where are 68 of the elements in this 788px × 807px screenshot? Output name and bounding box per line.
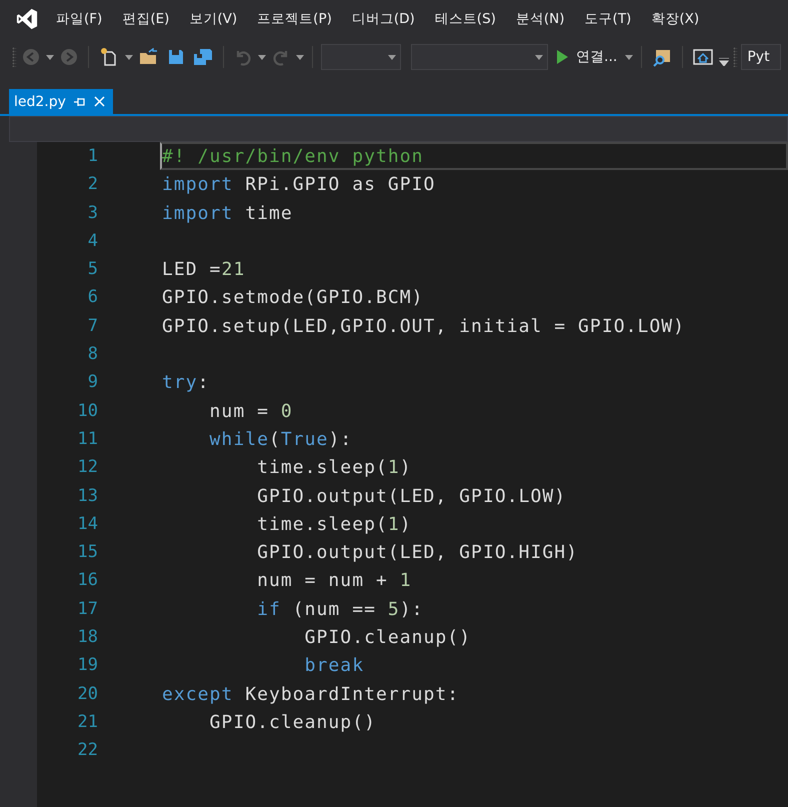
dropdown-field[interactable] (411, 44, 548, 70)
line-number: 12 (76, 456, 98, 480)
caret-icon[interactable] (535, 54, 543, 60)
line-number: 5 (86, 258, 98, 282)
line-number: 16 (76, 569, 98, 592)
menu-item[interactable]: 편집(E) (112, 10, 180, 28)
dropdown-field[interactable]: Pyt (741, 44, 782, 70)
code-line: GPIO.cleanup() (304, 626, 472, 650)
menu-item[interactable]: 분석(N) (506, 10, 575, 28)
code-line: LED =21 (161, 258, 246, 282)
line-number: 8 (86, 343, 98, 366)
caret-icon[interactable] (125, 54, 133, 60)
line-number: 11 (76, 428, 98, 451)
code-line: break (304, 654, 366, 678)
tab-title[interactable]: led2.py (14, 94, 66, 110)
menu-item[interactable]: 테스트(S) (424, 10, 506, 28)
menu-item[interactable]: 프로젝트(P) (247, 10, 342, 28)
caret-icon[interactable] (625, 54, 634, 60)
file-tab[interactable]: led2.py (9, 89, 113, 114)
menu-item[interactable]: 보기(V) (179, 10, 248, 28)
menu-item[interactable]: 확장(X) (641, 10, 710, 28)
code-line: GPIO.output(LED, GPIO.HIGH) (256, 541, 580, 566)
code-line: while(True): (208, 428, 354, 452)
line-number: 10 (76, 400, 98, 423)
line-number: 13 (76, 484, 98, 508)
code-line: num = 0 (208, 400, 294, 424)
code-line: GPIO.output(LED, GPIO.LOW) (256, 484, 568, 509)
close-icon[interactable] (94, 96, 105, 107)
line-number: 6 (86, 286, 98, 310)
code-line: import RPi.GPIO as GPIO (161, 173, 436, 198)
line-number: 3 (86, 202, 98, 225)
code-line: GPIO.cleanup() (208, 710, 377, 735)
code-line: GPIO.setup(LED,GPIO.OUT, initial = GPIO.LOW) (161, 314, 686, 339)
play-icon (556, 50, 568, 64)
pin-icon[interactable] (74, 96, 86, 106)
logo-icon (16, 8, 38, 30)
line-number: 15 (76, 541, 98, 564)
menu-item[interactable]: 도구(T) (574, 10, 642, 28)
line-number: 20 (76, 682, 98, 706)
caret-icon[interactable] (258, 54, 266, 60)
code-line: time.sleep(1) (256, 512, 413, 537)
overflow-icon[interactable] (719, 58, 730, 66)
code-line: try: (161, 371, 211, 396)
line-number: 21 (76, 710, 98, 734)
line-number: 4 (86, 230, 98, 253)
line-number: 2 (86, 173, 98, 196)
code-line: time.sleep(1) (256, 456, 413, 480)
line-number: 7 (86, 314, 98, 338)
save-all-icon[interactable] (191, 46, 215, 68)
line-number: 17 (76, 598, 98, 621)
code-line: num = num + 1 (256, 569, 413, 594)
caret-icon[interactable] (388, 54, 396, 60)
run-button[interactable]: 연결... (552, 48, 622, 66)
caret-icon[interactable] (46, 54, 54, 60)
dropdown-field[interactable] (321, 44, 401, 70)
line-number: 22 (76, 739, 98, 762)
code-line: if (num == 5): (256, 598, 425, 622)
line-number: 18 (76, 626, 98, 650)
line-number: 9 (86, 371, 98, 394)
code-line: import time (161, 202, 294, 226)
line-number: 1 (86, 145, 98, 168)
line-number: 19 (76, 654, 98, 678)
caret-icon[interactable] (296, 54, 304, 60)
code-line: GPIO.setmode(GPIO.BCM) (161, 286, 425, 310)
line-number: 14 (76, 512, 98, 536)
menu-item[interactable]: 디버그(D) (342, 10, 425, 28)
code-line: except KeyboardInterrupt: (161, 682, 460, 707)
menu-item[interactable]: 파일(F) (46, 10, 112, 28)
